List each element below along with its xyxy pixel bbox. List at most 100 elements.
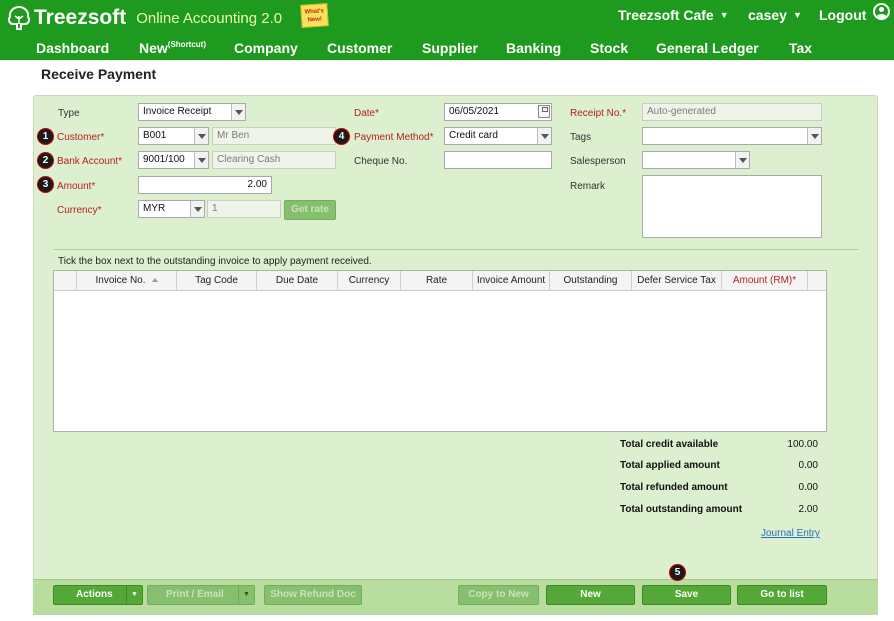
print-email-button[interactable]: Print / Email ▼: [147, 585, 255, 605]
chevron-down-icon: ▼: [719, 10, 729, 20]
remark-label: Remark: [570, 181, 606, 192]
amount-input[interactable]: 2.00: [138, 176, 272, 194]
chevron-down-icon: [537, 128, 551, 144]
chevron-down-icon: [807, 128, 821, 144]
customer-name-value: Mr Ben: [217, 130, 250, 141]
customer-code-value: B001: [143, 130, 167, 141]
column-currency[interactable]: Currency: [338, 271, 401, 291]
grid-hint: Tick the box next to the outstanding inv…: [58, 256, 372, 267]
date-value: 06/05/2021: [449, 106, 500, 117]
column-amount-rm[interactable]: Amount (RM)*: [722, 271, 808, 291]
cheque-no-input[interactable]: [444, 151, 552, 169]
step-badge-5: 5: [669, 564, 686, 581]
currency-label: Currency*: [57, 205, 102, 216]
customer-code-select[interactable]: B001: [138, 127, 209, 145]
payment-method-label: Payment Method*: [354, 132, 434, 143]
tags-label: Tags: [570, 132, 592, 143]
print-email-button-label: Print / Email: [166, 589, 224, 600]
amount-label: Amount*: [57, 181, 96, 192]
calendar-icon[interactable]: [538, 105, 550, 118]
nav-general-ledger[interactable]: General Ledger: [656, 40, 759, 56]
grid-header: Invoice No. Tag Code Due Date Currency R…: [54, 271, 826, 291]
nav-new[interactable]: New(Shortcut): [139, 40, 206, 56]
whats-new-badge[interactable]: What's New!: [300, 3, 329, 28]
column-due-date[interactable]: Due Date: [257, 271, 338, 291]
section-divider: [53, 249, 859, 250]
chevron-down-icon: ▼: [126, 586, 142, 604]
step-badge-4: 4: [333, 128, 350, 145]
nav-banking[interactable]: Banking: [506, 40, 561, 56]
chevron-down-icon: ▼: [792, 10, 802, 20]
tree-logo-icon: [8, 5, 30, 30]
payment-method-select[interactable]: Credit card: [444, 127, 552, 145]
go-to-list-button[interactable]: Go to list: [737, 585, 827, 605]
tags-select[interactable]: [642, 127, 822, 145]
customer-label: Customer*: [57, 132, 105, 143]
select-all-column[interactable]: [54, 271, 77, 291]
total-applied-label: Total applied amount: [620, 460, 720, 471]
product-name: Online Accounting 2.0: [136, 9, 283, 27]
customer-name-field: Mr Ben: [212, 127, 336, 145]
bank-account-label: Bank Account*: [57, 156, 123, 167]
total-credit-value: 100.00: [787, 439, 818, 450]
remark-textarea[interactable]: [642, 175, 822, 238]
cheque-no-label: Cheque No.: [354, 156, 408, 167]
receipt-no-field: Auto-generated: [642, 103, 822, 121]
column-invoice-no[interactable]: Invoice No.: [77, 271, 177, 291]
currency-select[interactable]: MYR: [138, 200, 205, 218]
actions-button-label: Actions: [76, 589, 113, 600]
column-tag-code[interactable]: Tag Code: [177, 271, 257, 291]
company-menu-label: Treezsoft Cafe: [618, 7, 714, 23]
top-bar: Treezsoft Online Accounting 2.0 What's N…: [0, 0, 894, 60]
actions-button[interactable]: Actions ▼: [53, 585, 143, 605]
nav-new-shortcut: (Shortcut): [167, 40, 207, 49]
nav-dashboard[interactable]: Dashboard: [36, 40, 109, 56]
step-badge-1: 1: [37, 128, 54, 145]
bank-account-select[interactable]: 9001/100: [138, 151, 209, 169]
column-invoice-amount[interactable]: Invoice Amount: [473, 271, 550, 291]
nav-company[interactable]: Company: [234, 40, 298, 56]
page-title: Receive Payment: [41, 66, 157, 82]
type-select-value: Invoice Receipt: [143, 106, 212, 117]
outstanding-invoices-grid[interactable]: Invoice No. Tag Code Due Date Currency R…: [53, 270, 827, 432]
new-button[interactable]: New: [546, 585, 635, 605]
bank-account-name-field: Clearing Cash: [212, 151, 336, 169]
chevron-down-icon: [190, 201, 204, 217]
date-input[interactable]: 06/05/2021: [444, 103, 552, 121]
chevron-down-icon: [194, 152, 208, 168]
currency-select-value: MYR: [143, 203, 166, 214]
receipt-no-label: Receipt No.*: [570, 108, 627, 119]
total-credit-label: Total credit available: [620, 439, 719, 450]
column-rate[interactable]: Rate: [401, 271, 473, 291]
chevron-down-icon: [231, 104, 245, 120]
total-refunded-value: 0.00: [798, 482, 818, 493]
nav-supplier[interactable]: Supplier: [422, 40, 478, 56]
user-menu-label: casey: [748, 7, 787, 23]
nav-tax[interactable]: Tax: [789, 40, 812, 56]
total-applied-value: 0.00: [798, 460, 818, 471]
user-avatar-icon[interactable]: [873, 3, 890, 20]
chevron-down-icon: [194, 128, 208, 144]
copy-to-new-button[interactable]: Copy to New: [458, 585, 539, 605]
type-select[interactable]: Invoice Receipt: [138, 103, 246, 121]
column-outstanding[interactable]: Outstanding: [550, 271, 632, 291]
get-rate-button[interactable]: Get rate: [284, 200, 336, 220]
bank-account-name-value: Clearing Cash: [217, 154, 281, 165]
total-outstanding-label: Total outstanding amount: [620, 504, 743, 515]
step-badge-2: 2: [37, 152, 54, 169]
payment-method-value: Credit card: [449, 130, 498, 141]
logo[interactable]: Treezsoft Online Accounting 2.0: [6, 5, 282, 31]
journal-entry-link[interactable]: Journal Entry: [761, 528, 820, 539]
nav-stock[interactable]: Stock: [590, 40, 628, 56]
sort-asc-icon: [151, 278, 158, 282]
column-defer-service-tax[interactable]: Defer Service Tax: [632, 271, 722, 291]
nav-customer[interactable]: Customer: [327, 40, 392, 56]
chevron-down-icon: ▼: [238, 586, 254, 604]
chevron-down-icon: [735, 152, 749, 168]
total-outstanding-value: 2.00: [798, 504, 818, 515]
show-refund-doc-button[interactable]: Show Refund Doc: [264, 585, 362, 605]
type-label: Type: [58, 108, 80, 119]
salesperson-select[interactable]: [642, 151, 750, 169]
save-button[interactable]: Save: [642, 585, 731, 605]
step-badge-3: 3: [37, 176, 54, 193]
